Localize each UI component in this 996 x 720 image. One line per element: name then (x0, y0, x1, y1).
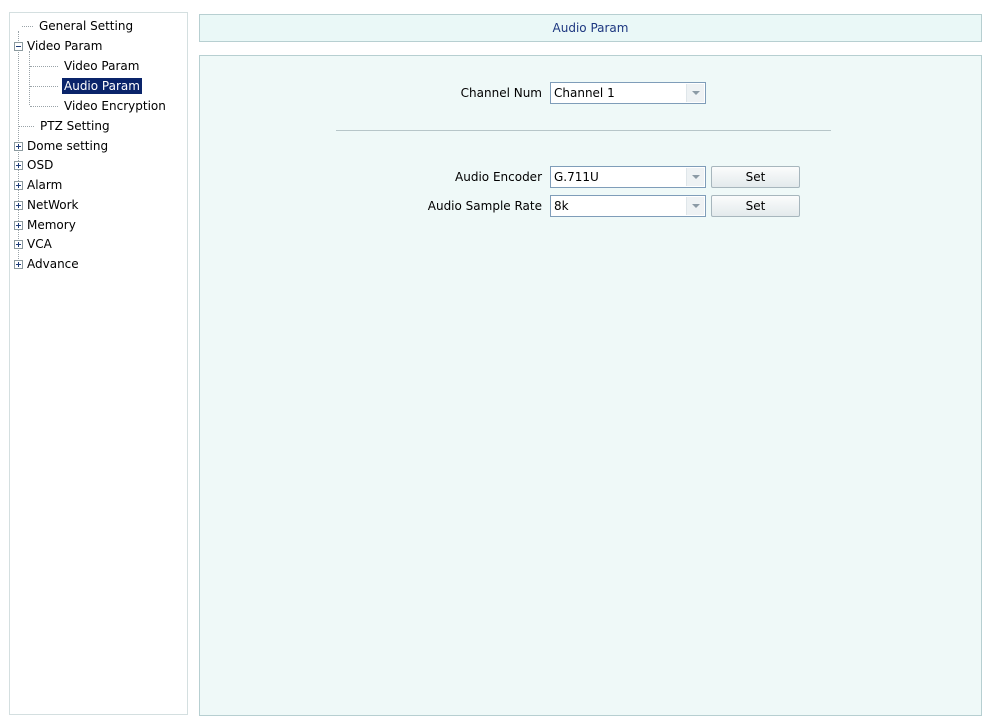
tree-item-label: Dome setting (27, 139, 109, 153)
tree-item-advance[interactable]: Advance (10, 255, 185, 273)
tree-item-network[interactable]: NetWork (10, 196, 185, 214)
tree-item-label: NetWork (27, 198, 79, 212)
tree-connector (30, 66, 58, 67)
tree-item-video-param-group[interactable]: Video Param (10, 37, 185, 55)
tree-item-label: VCA (27, 237, 52, 251)
audio-param-panel: Channel Num Channel 1 Audio Encoder G.71… (199, 55, 982, 716)
tree-item-osd[interactable]: OSD (10, 156, 185, 174)
tree-item-label: Video Encryption (64, 99, 166, 113)
tree-item-memory[interactable]: Memory (10, 216, 185, 234)
chevron-down-icon[interactable] (686, 84, 704, 102)
tree-item-label: Memory (27, 218, 76, 232)
tree-item-dome-setting[interactable]: Dome setting (10, 137, 185, 155)
tree-item-ptz-setting[interactable]: PTZ Setting (10, 117, 185, 135)
divider (336, 130, 831, 131)
tree-item-label: PTZ Setting (40, 119, 110, 133)
channel-num-select[interactable]: Channel 1 (550, 82, 706, 104)
tree-item-label: Audio Param (62, 78, 142, 94)
expand-icon[interactable] (14, 221, 23, 230)
audio-sample-rate-set-button[interactable]: Set (711, 195, 800, 217)
settings-tree: General Setting Video Param Video Param … (9, 12, 188, 715)
tree-item-video-param[interactable]: Video Param (10, 57, 185, 75)
expand-icon[interactable] (14, 161, 23, 170)
tree-item-label: Video Param (64, 59, 140, 73)
collapse-icon[interactable] (14, 42, 23, 51)
tree-item-label: Video Param (27, 39, 103, 53)
audio-encoder-label: Audio Encoder (455, 170, 542, 184)
channel-num-label: Channel Num (460, 86, 542, 100)
audio-encoder-set-button[interactable]: Set (711, 166, 800, 188)
tree-connector (19, 126, 34, 127)
audio-sample-rate-label: Audio Sample Rate (427, 199, 542, 213)
tree-item-label: OSD (27, 158, 54, 172)
chevron-down-icon[interactable] (686, 168, 704, 186)
expand-icon[interactable] (14, 181, 23, 190)
audio-sample-rate-value: 8k (554, 199, 569, 213)
audio-encoder-select[interactable]: G.711U (550, 166, 706, 188)
tree-item-alarm[interactable]: Alarm (10, 176, 185, 194)
tree-item-label: Alarm (27, 178, 63, 192)
channel-num-value: Channel 1 (554, 86, 615, 100)
chevron-down-icon[interactable] (686, 197, 704, 215)
tree-item-audio-param[interactable]: Audio Param (10, 77, 185, 95)
tree-connector (30, 106, 58, 107)
tree-item-label: General Setting (39, 19, 134, 33)
audio-sample-rate-select[interactable]: 8k (550, 195, 706, 217)
expand-icon[interactable] (14, 240, 23, 249)
tree-item-vca[interactable]: VCA (10, 235, 185, 253)
tree-connector (22, 26, 33, 27)
tree-item-label: Advance (27, 257, 79, 271)
tree-connector (30, 86, 58, 87)
expand-icon[interactable] (14, 201, 23, 210)
audio-encoder-value: G.711U (554, 170, 599, 184)
expand-icon[interactable] (14, 142, 23, 151)
tree-item-general-setting[interactable]: General Setting (10, 17, 185, 35)
tree-item-video-encryption[interactable]: Video Encryption (10, 97, 185, 115)
page-title: Audio Param (199, 14, 982, 42)
expand-icon[interactable] (14, 260, 23, 269)
